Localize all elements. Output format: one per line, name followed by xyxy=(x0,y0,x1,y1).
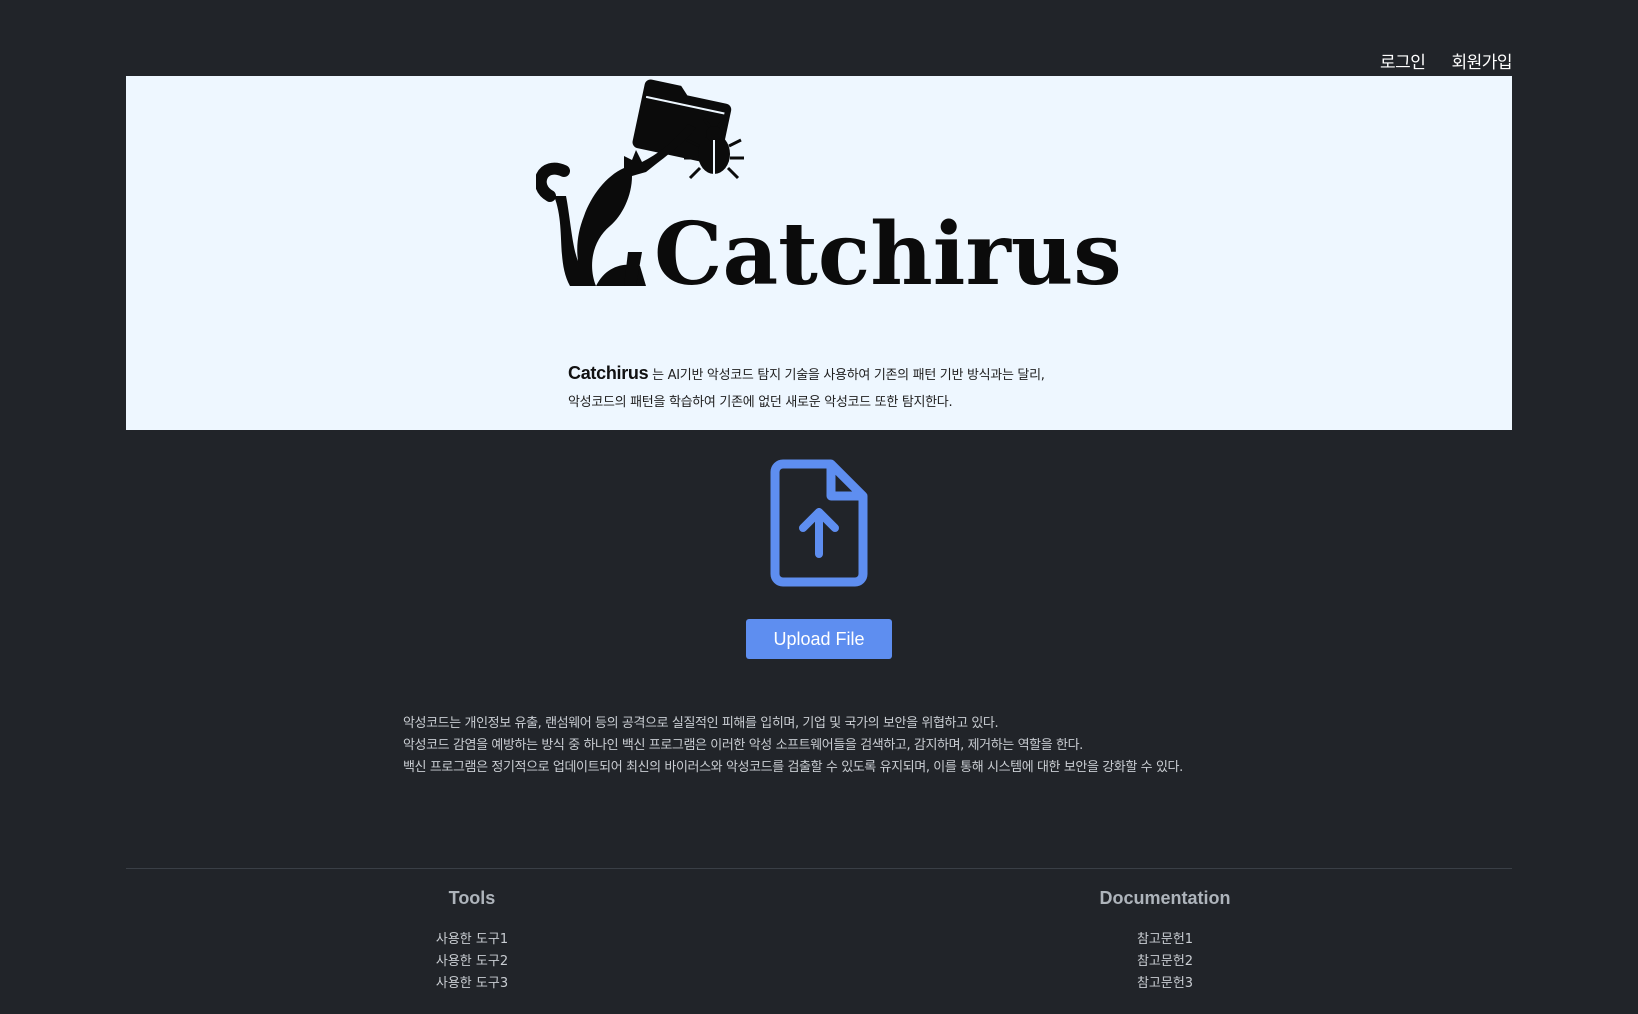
footer-tools-title: Tools xyxy=(448,888,496,908)
info-line-2: 악성코드 감염을 예방하는 방식 중 하나인 백신 프로그램은 이러한 악성 소… xyxy=(403,738,1083,753)
hero-banner: Catchirus Catchirus 는 AI기반 악성코드 탐지 기술을 사… xyxy=(126,76,1512,430)
footer-tools-item[interactable]: 사용한 도구1 xyxy=(412,929,532,951)
footer-docs-title: Documentation xyxy=(1099,888,1231,908)
info-line-3: 백신 프로그램은 정기적으로 업데이트되어 최신의 바이러스와 악성코드를 검출… xyxy=(403,760,1183,775)
footer-docs-list: 참고문헌1 참고문헌2 참고문헌3 xyxy=(1085,929,1245,995)
footer-docs-item[interactable]: 참고문헌2 xyxy=(1085,951,1245,973)
top-nav: 로그인 회원가입 xyxy=(1380,48,1512,73)
footer-tools-item[interactable]: 사용한 도구2 xyxy=(412,951,532,973)
malware-info-text: 악성코드는 개인정보 유출, 랜섬웨어 등의 공격으로 실질적인 피해를 입히며… xyxy=(403,713,1183,779)
info-line-1: 악성코드는 개인정보 유출, 랜섬웨어 등의 공격으로 실질적인 피해를 입히며… xyxy=(403,716,999,731)
brand-name: Catchirus xyxy=(568,363,649,383)
hero-desc-line2: 악성코드의 패턴을 학습하여 기존에 없던 새로운 악성코드 또한 탐지한다. xyxy=(568,395,953,410)
footer-tools: Tools 사용한 도구1 사용한 도구2 사용한 도구3 xyxy=(412,888,532,995)
upload-file-button[interactable]: Upload File xyxy=(746,619,892,659)
page: 로그인 회원가입 Catchirus Catchirus 는 AI기반 악성코드… xyxy=(0,0,1638,1014)
logo-wordmark: Catchirus xyxy=(654,204,1122,305)
hero-description: Catchirus 는 AI기반 악성코드 탐지 기술을 사용하여 기존의 패턴… xyxy=(568,360,1045,416)
footer-docs-item[interactable]: 참고문헌3 xyxy=(1085,973,1245,995)
hero-desc-line1-text: 는 AI기반 악성코드 탐지 기술을 사용하여 기존의 패턴 기반 방식과는 달… xyxy=(648,368,1045,383)
file-upload-icon[interactable] xyxy=(769,458,869,588)
footer-documentation: Documentation 참고문헌1 참고문헌2 참고문헌3 xyxy=(1085,888,1245,995)
footer-docs-item[interactable]: 참고문헌1 xyxy=(1085,929,1245,951)
login-link[interactable]: 로그인 xyxy=(1380,48,1426,73)
footer-tools-item[interactable]: 사용한 도구3 xyxy=(412,973,532,995)
footer-tools-list: 사용한 도구1 사용한 도구2 사용한 도구3 xyxy=(412,929,532,995)
catchirus-logo: Catchirus xyxy=(536,76,1136,306)
footer-divider xyxy=(126,868,1512,869)
signup-link[interactable]: 회원가입 xyxy=(1451,48,1512,73)
hero-desc-line1: Catchirus 는 AI기반 악성코드 탐지 기술을 사용하여 기존의 패턴… xyxy=(568,360,1045,389)
